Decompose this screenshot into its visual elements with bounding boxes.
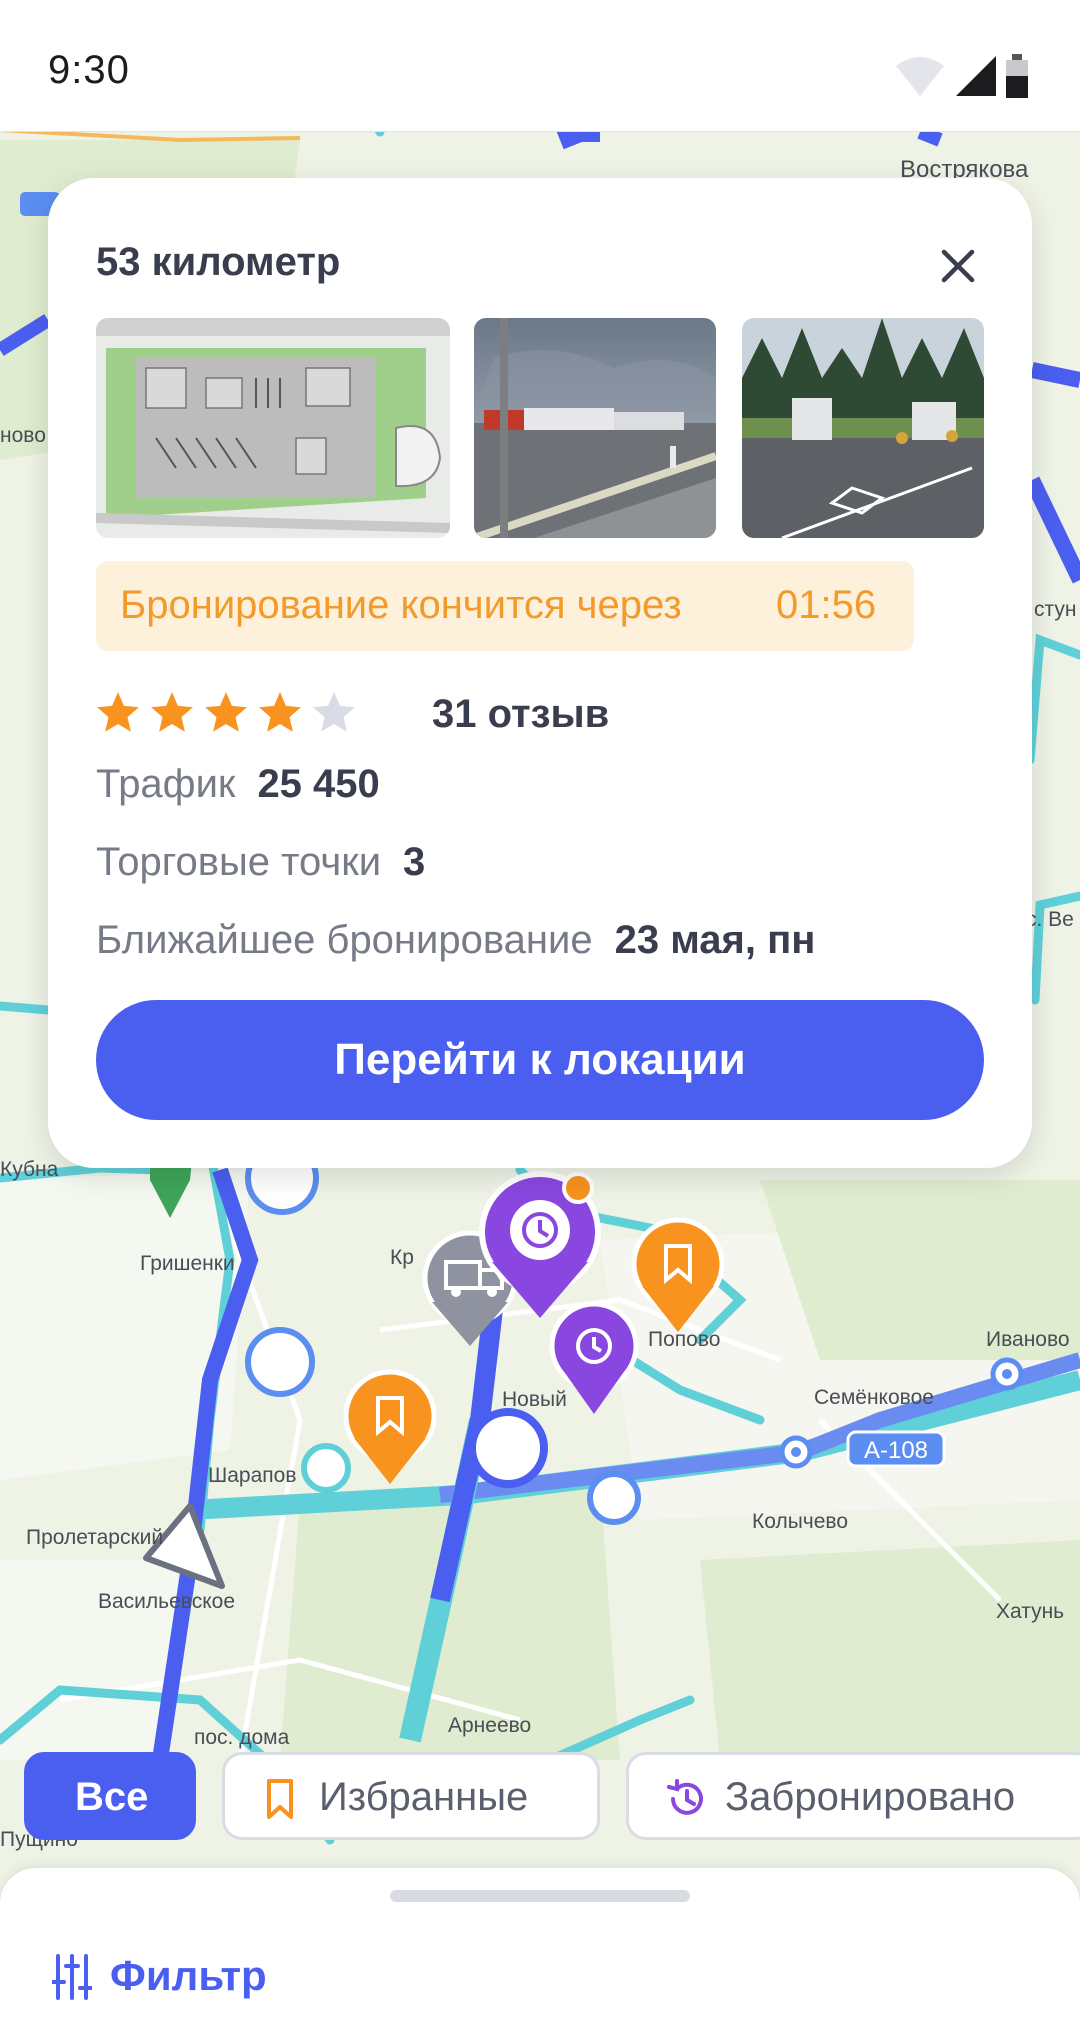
chip-favorites[interactable]: Избранные (222, 1752, 600, 1840)
traffic-row: Трафик 25 450 (96, 762, 380, 807)
wifi-icon (896, 57, 944, 96)
card-title: 53 километр (96, 240, 341, 284)
map-place-label: Хатунь (996, 1600, 1065, 1623)
points-row: Торговые точки 3 (96, 840, 425, 885)
star-filled-icon (97, 692, 139, 732)
map-place-label: Кубна (0, 1158, 59, 1181)
rating-stars (97, 692, 355, 732)
timer-label: Бронирование кончится через (120, 583, 682, 627)
map-place-label: Пролетарский (26, 1526, 164, 1549)
bottom-sheet: Фильтр (0, 1868, 1080, 2040)
booking-label: Ближайшее бронирование (96, 918, 593, 962)
location-card: 53 километр Бронирование кончится через … (48, 178, 1032, 1168)
booking-row: Ближайшее бронирование 23 мая, пн (96, 918, 815, 963)
map-place-label: Гришенки (140, 1252, 235, 1275)
star-filled-icon (205, 692, 247, 732)
map-place-label: Кр (390, 1246, 414, 1269)
map-place-label: ново (0, 424, 46, 447)
signal-icon (956, 56, 996, 96)
chip-all[interactable]: Все (24, 1752, 196, 1840)
map-place-label: Иваново (986, 1328, 1070, 1351)
traffic-value: 25 450 (257, 762, 380, 806)
chip-favorites-label: Избранные (319, 1775, 529, 1819)
map-place-label: Васильевское (98, 1590, 235, 1613)
photo-gallery[interactable] (96, 318, 984, 538)
status-bar: 9:30 (0, 0, 1080, 132)
map-place-label: Колычево (752, 1510, 849, 1533)
map-place-label: Семёнковое (814, 1386, 934, 1409)
map-place-label: с. Ве (1026, 908, 1074, 931)
map-place-label: Арнеево (448, 1714, 532, 1737)
filter-chips: Все Избранные Забронировано (24, 1752, 1080, 1842)
battery-icon (1006, 54, 1028, 98)
traffic-label: Трафик (96, 762, 236, 806)
close-icon[interactable] (932, 240, 984, 292)
facility-photo[interactable] (742, 318, 984, 538)
booking-value: 23 мая, пн (614, 918, 816, 962)
filter-label: Фильтр (110, 1952, 267, 1999)
rating: 31 отзыв (96, 686, 696, 740)
parking-photo[interactable] (474, 318, 716, 538)
chip-booked-label: Забронировано (725, 1775, 1016, 1819)
star-filled-icon (259, 692, 301, 732)
star-empty-icon (313, 692, 355, 732)
filter-sliders-icon (52, 1954, 92, 2000)
map-place-label: Новый (502, 1388, 567, 1411)
map-place-label: пос. дома (194, 1726, 290, 1749)
booking-timer: Бронирование кончится через 01:56 (96, 561, 914, 651)
chip-booked[interactable]: Забронировано (626, 1752, 1080, 1840)
site-plan-photo[interactable] (96, 318, 450, 538)
chip-all-label: Все (75, 1775, 149, 1819)
points-label: Торговые точки (96, 840, 382, 884)
map-place-label: стун (1034, 598, 1077, 621)
sheet-handle[interactable] (390, 1890, 690, 1902)
status-time: 9:30 (48, 48, 130, 92)
map-place-label: Шарапов (208, 1464, 297, 1487)
timer-value: 01:56 (776, 583, 877, 627)
points-value: 3 (403, 840, 426, 884)
star-filled-icon (151, 692, 193, 732)
map-place-label: Попово (648, 1328, 721, 1351)
bookmark-icon (267, 1779, 293, 1819)
road-label: А-108 (864, 1437, 928, 1464)
go-to-location-button[interactable]: Перейти к локации (96, 1000, 984, 1120)
history-icon (667, 1779, 703, 1815)
reviews-count[interactable]: 31 отзыв (432, 692, 609, 737)
